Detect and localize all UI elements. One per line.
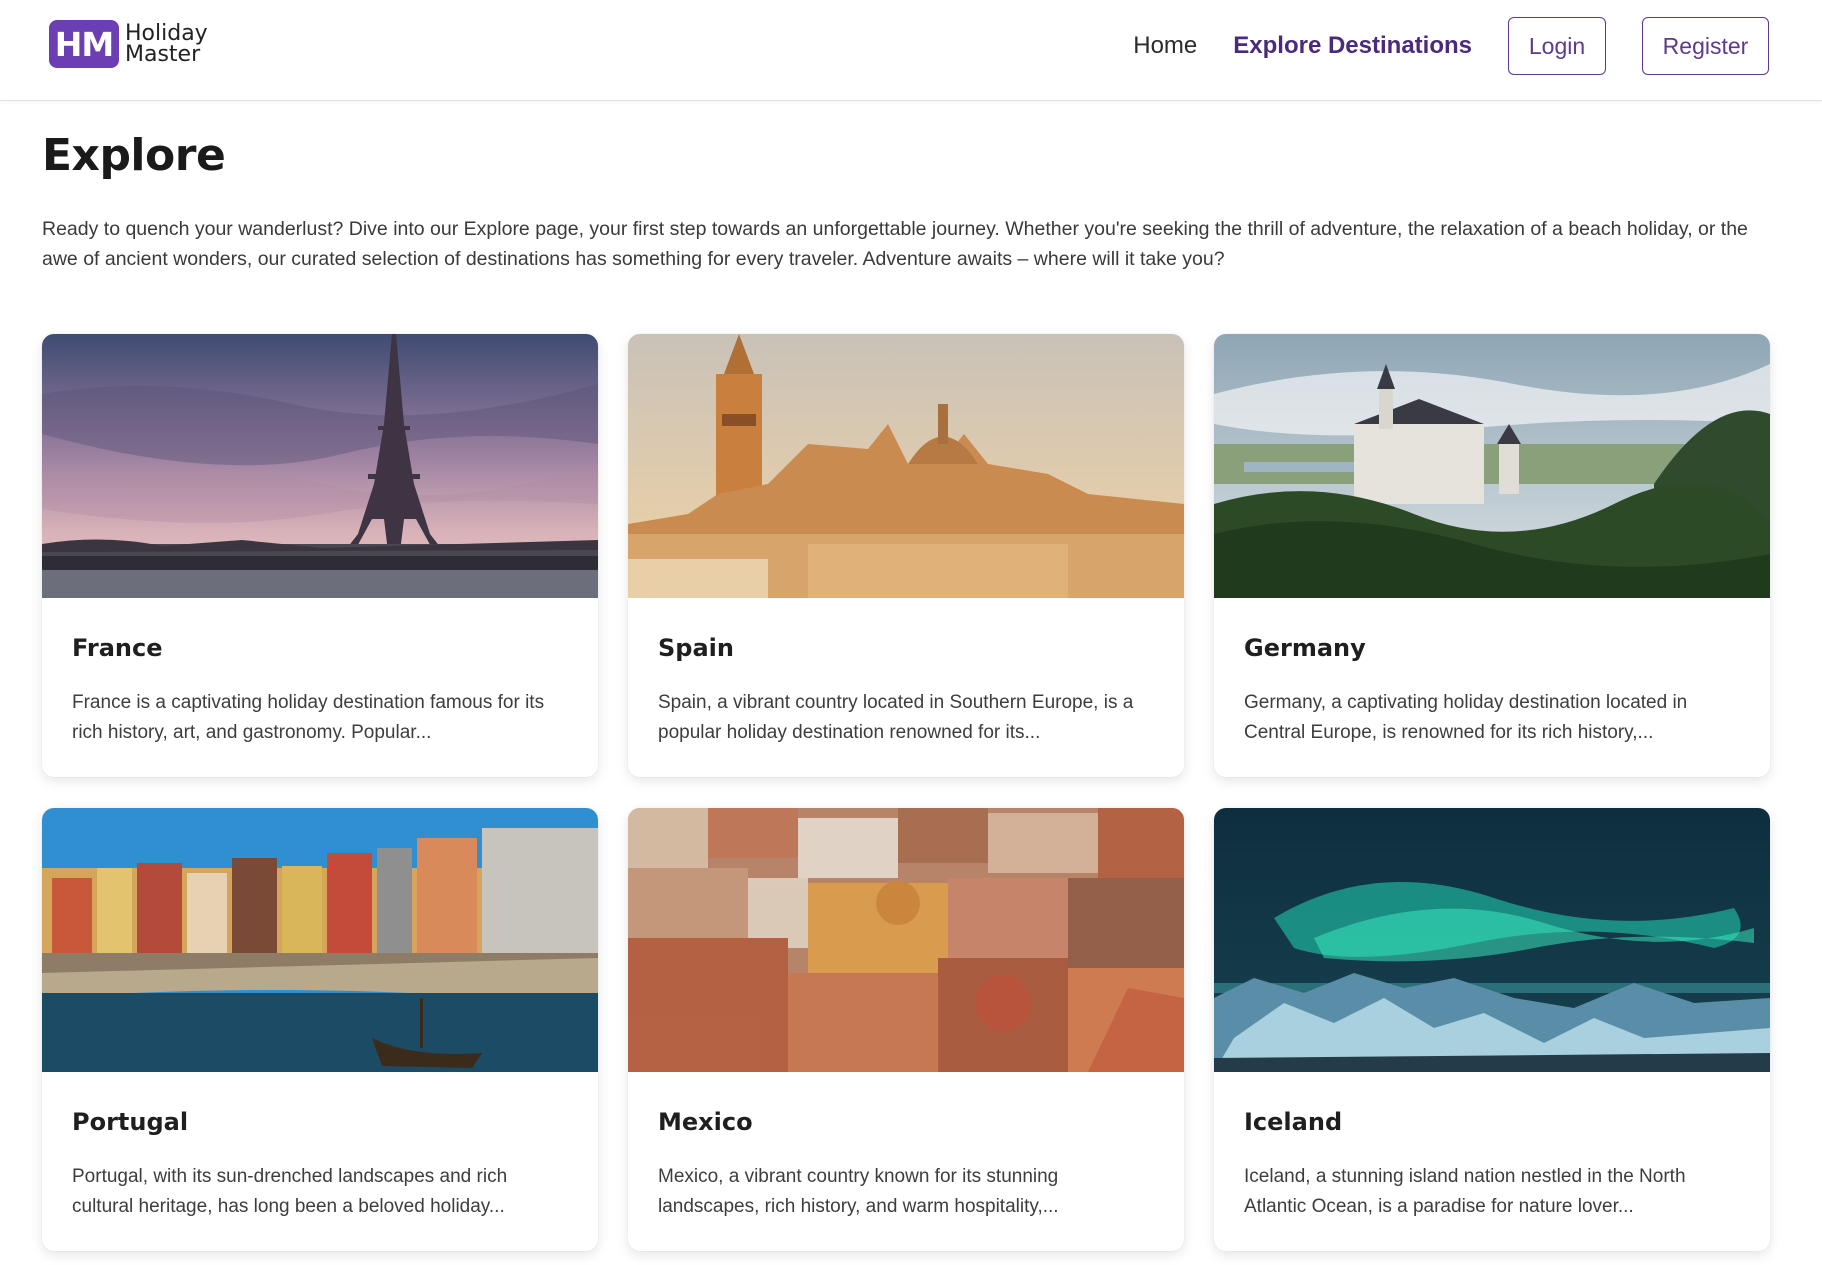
card-title: Germany [1244,634,1366,662]
card-title: Mexico [658,1108,753,1136]
neuschwanstein-castle-photo [1214,334,1770,598]
logo-mark: HM [49,20,119,68]
aurora-borealis-photo [1214,808,1770,1072]
site-logo[interactable]: HM Holiday Master [49,20,208,68]
destination-card-france[interactable]: France France is a captivating holiday d… [42,334,598,777]
intro-text: Ready to quench your wanderlust? Dive in… [42,218,1748,270]
page-title: Explore [42,130,226,181]
card-title: Portugal [72,1108,189,1136]
destination-card-iceland[interactable]: Iceland Iceland, a stunning island natio… [1214,808,1770,1251]
logo-text: Holiday Master [125,21,208,67]
card-description: Iceland, a stunning island nation nestle… [1244,1166,1686,1217]
card-description: Portugal, with its sun-drenched landscap… [72,1166,508,1217]
login-button[interactable]: Login [1508,17,1606,75]
register-button[interactable]: Register [1642,17,1769,75]
destination-card-mexico[interactable]: Mexico Mexico, a vibrant country known f… [628,808,1184,1251]
card-title: Spain [658,634,734,662]
destination-card-spain[interactable]: Spain Spain, a vibrant country located i… [628,334,1184,777]
card-title: Iceland [1244,1108,1343,1136]
nav-explore-link[interactable]: Explore Destinations [1233,32,1472,60]
destination-card-portugal[interactable]: Portugal Portugal, with its sun-drenched… [42,808,598,1251]
card-description: Germany, a captivating holiday destinati… [1244,692,1688,743]
logo-line-1: Holiday [125,21,208,46]
seville-cathedral-photo [628,334,1184,598]
porto-riverside-photo [42,808,598,1072]
card-title: France [72,634,163,662]
eiffel-tower-photo [42,334,598,598]
card-description: Spain, a vibrant country located in Sout… [658,692,1134,743]
card-description: France is a captivating holiday destinat… [72,692,545,743]
card-description: Mexico, a vibrant country known for its … [658,1166,1059,1217]
destination-card-germany[interactable]: Germany Germany, a captivating holiday d… [1214,334,1770,777]
logo-line-2: Master [125,42,201,67]
site-header: HM Holiday Master Home Explore Destinati… [0,0,1822,101]
main-nav: Home Explore Destinations Login Register [1133,16,1769,76]
guanajuato-city-photo [628,808,1184,1072]
nav-home-link[interactable]: Home [1133,32,1197,60]
